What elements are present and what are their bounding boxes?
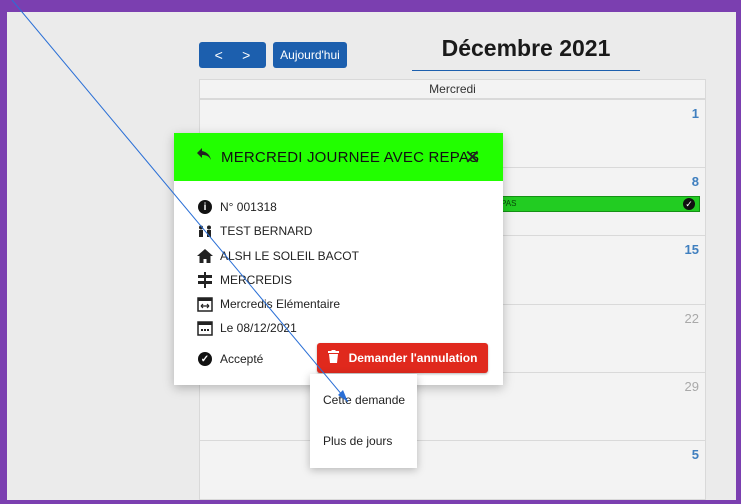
day-number[interactable]: 8 — [692, 174, 699, 189]
status-text: Accepté — [220, 352, 264, 366]
event-date: Le 08/12/2021 — [220, 321, 297, 335]
today-button[interactable]: Aujourd'hui — [273, 42, 347, 68]
day-header: Mercredi — [200, 80, 705, 99]
reply-back-icon[interactable] — [196, 146, 212, 167]
request-cancel-button[interactable]: Demander l'annulation — [317, 343, 488, 373]
menu-item-more-days[interactable]: Plus de jours — [323, 434, 392, 448]
check-circle-icon: ✓ — [683, 198, 695, 210]
menu-item-this-request[interactable]: Cette demande — [323, 393, 405, 407]
modal-title: MERCREDI JOURNEE AVEC REPAS — [221, 149, 480, 166]
home-icon — [196, 248, 214, 264]
request-cancel-label: Demander l'annulation — [348, 351, 478, 365]
trash-icon — [327, 350, 339, 366]
day-number[interactable]: 22 — [685, 311, 699, 326]
next-button[interactable]: > — [233, 47, 261, 63]
day-number[interactable]: 15 — [685, 242, 699, 257]
day-number[interactable]: 5 — [692, 447, 699, 462]
group-name: Mercredis Elémentaire — [220, 297, 341, 311]
row-group: Mercredis Elémentaire — [196, 295, 340, 313]
week-row-6[interactable]: 5 — [200, 440, 705, 499]
event-detail-modal: MERCREDI JOURNEE AVEC REPAS ✕ i N° 00131… — [174, 133, 503, 385]
month-title: Décembre 2021 — [441, 35, 611, 61]
app-frame: < > Aujourd'hui Décembre 2021 Mercredi 1… — [7, 12, 736, 500]
check-circle-icon: ✓ — [196, 351, 214, 367]
prev-next-group[interactable]: < > — [199, 42, 266, 68]
cancel-options-menu: Cette demande Plus de jours — [310, 374, 417, 468]
signpost-icon — [196, 272, 214, 288]
reservation-number: N° 001318 — [220, 200, 277, 214]
modal-header: MERCREDI JOURNEE AVEC REPAS ✕ — [174, 133, 503, 181]
place-name: ALSH LE SOLEIL BACOT — [220, 249, 359, 263]
row-place: ALSH LE SOLEIL BACOT — [196, 247, 359, 265]
row-number: i N° 001318 — [196, 198, 277, 216]
row-person: TEST BERNARD — [196, 222, 312, 240]
category-name: MERCREDIS — [220, 273, 293, 287]
month-underline — [412, 70, 640, 71]
calendar-icon — [196, 320, 214, 336]
person-name: TEST BERNARD — [220, 224, 313, 238]
day-number[interactable]: 1 — [692, 106, 699, 121]
info-icon: i — [196, 199, 214, 215]
close-icon[interactable]: ✕ — [464, 145, 481, 170]
row-date: Le 08/12/2021 — [196, 319, 297, 337]
row-category: MERCREDIS — [196, 271, 292, 289]
prev-button[interactable]: < — [205, 47, 233, 63]
event-label: PAS — [501, 199, 517, 208]
users-icon — [196, 223, 214, 239]
calendar-range-icon — [196, 296, 214, 312]
row-status: ✓ Accepté — [196, 350, 263, 368]
day-number[interactable]: 29 — [685, 379, 699, 394]
